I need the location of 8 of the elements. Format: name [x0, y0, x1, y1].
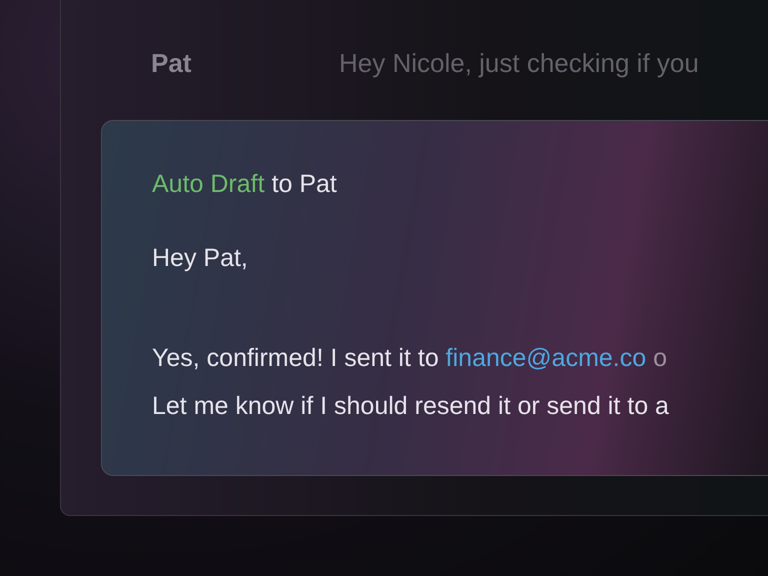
email-link[interactable]: finance@acme.co	[446, 340, 646, 378]
sender-name: Pat	[151, 46, 192, 80]
body-text: Yes, confirmed! I sent it to finance@acme.co o	[152, 335, 768, 383]
body-text: Let me know if I should resend it or send it to a	[152, 391, 670, 422]
draft-label: Auto Draft	[152, 169, 265, 200]
greeting-text: Hey Pat,	[152, 243, 249, 274]
message-preview: Hey Nicole, just checking if you	[339, 46, 699, 80]
draft-recipient: to Pat	[272, 169, 337, 200]
